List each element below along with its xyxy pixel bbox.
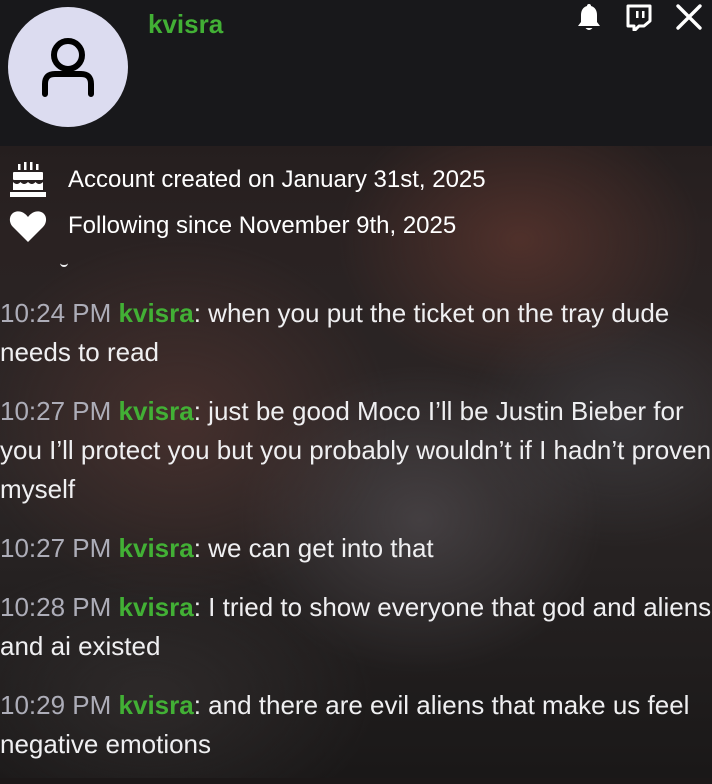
user-silhouette-icon bbox=[42, 38, 94, 97]
message-timestamp: 10:28 PM bbox=[0, 592, 112, 622]
message-username[interactable]: kvisra bbox=[119, 690, 194, 720]
bell-icon[interactable] bbox=[572, 2, 606, 32]
chat-message: 10:29 PM kvisra: and there are evil alie… bbox=[0, 686, 712, 764]
account-created-text: Account created on January 31st, 2025 bbox=[68, 166, 486, 193]
chat-message: 10:27 PM kvisra: we can get into that bbox=[0, 529, 712, 568]
user-card-header: kvisra bbox=[0, 0, 712, 146]
header-actions bbox=[556, 2, 706, 32]
chat-message: 10:27 PM kvisra: just be good Moco I’ll … bbox=[0, 392, 712, 509]
message-timestamp: 10:29 PM bbox=[0, 690, 112, 720]
chat-message: 10:28 PM kvisra: I tried to show everyon… bbox=[0, 588, 712, 666]
message-username[interactable]: kvisra bbox=[119, 592, 194, 622]
message-username[interactable]: kvisra bbox=[119, 298, 194, 328]
avatar[interactable] bbox=[8, 7, 128, 127]
following-since-row: Following since November 9th, 2025 bbox=[8, 206, 456, 246]
message-username[interactable]: kvisra bbox=[119, 396, 194, 426]
message-username[interactable]: kvisra bbox=[119, 533, 194, 563]
message-text: : we can get into that bbox=[193, 533, 434, 563]
twitch-whisper-icon[interactable] bbox=[622, 2, 656, 32]
message-timestamp: 10:24 PM bbox=[0, 298, 112, 328]
birthday-cake-icon bbox=[8, 160, 48, 200]
close-icon[interactable] bbox=[672, 2, 706, 32]
message-timestamp: 10:27 PM bbox=[0, 533, 112, 563]
scroll-fade-glyph bbox=[60, 262, 68, 267]
following-since-text: Following since November 9th, 2025 bbox=[68, 212, 457, 239]
chat-message-list: 10:24 PM kvisra: when you put the ticket… bbox=[0, 294, 712, 784]
message-timestamp: 10:27 PM bbox=[0, 396, 112, 426]
username[interactable]: kvisra bbox=[148, 9, 223, 40]
chat-message: 10:24 PM kvisra: when you put the ticket… bbox=[0, 294, 712, 372]
heart-icon bbox=[8, 206, 48, 246]
account-created-row: Account created on January 31st, 2025 bbox=[8, 160, 486, 200]
